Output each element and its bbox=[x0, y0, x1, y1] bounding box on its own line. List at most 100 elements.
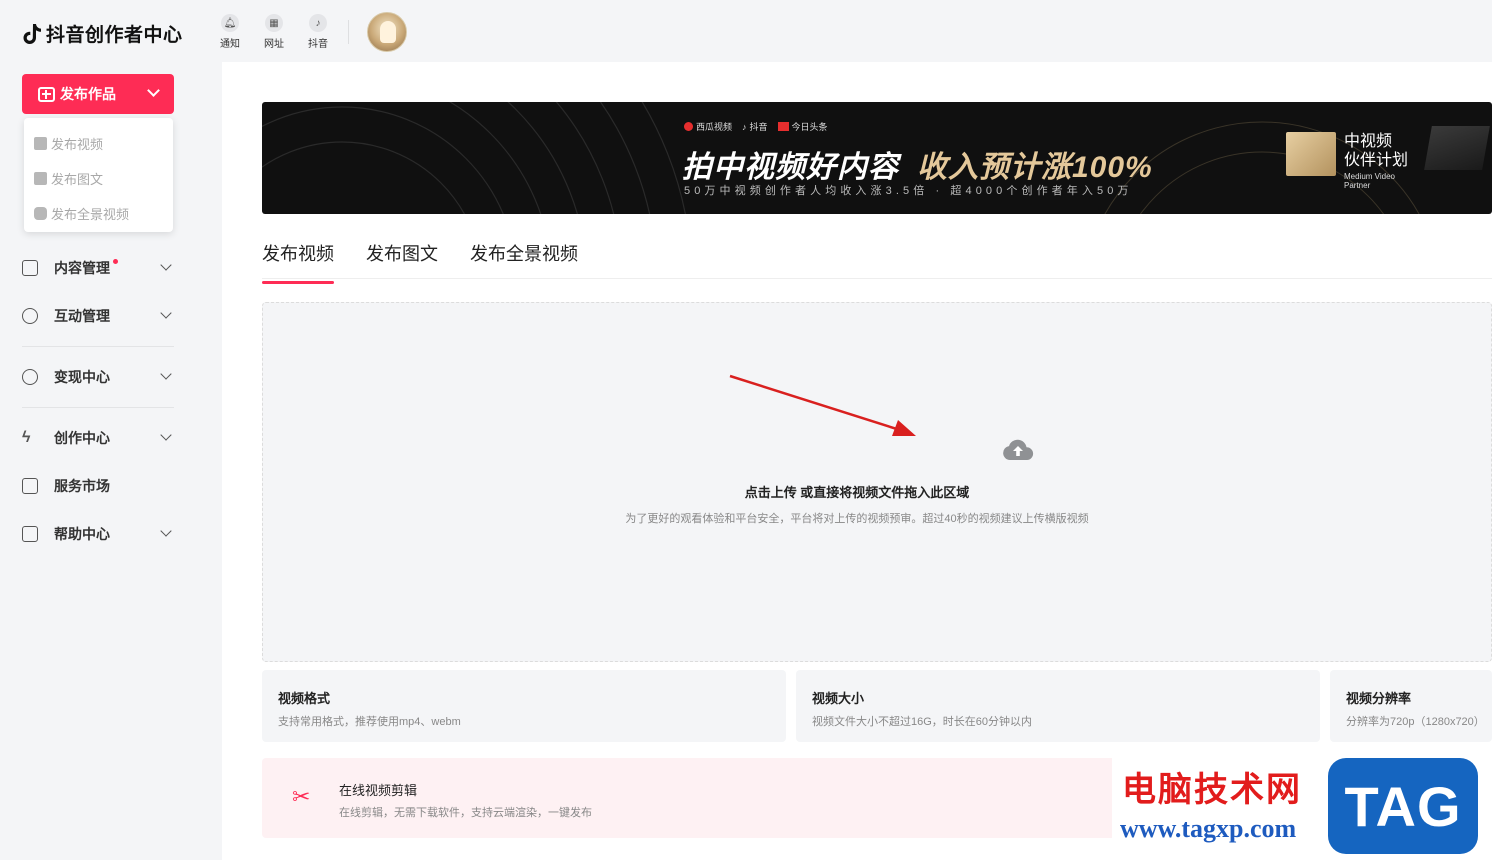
scissors-icon: ✂ bbox=[292, 784, 311, 809]
book-icon bbox=[22, 526, 38, 542]
lightning-icon: ϟ bbox=[22, 429, 31, 446]
info-card-desc: 支持常用格式，推荐使用mp4、webm bbox=[278, 716, 461, 728]
top-bar: 🔔︎ 通知 ▦ 网址 ♪ 抖音 bbox=[198, 0, 1492, 62]
upload-hint: 为了更好的观看体验和平台安全，平台将对上传的视频预审。超过40秒的视频建议上传横… bbox=[625, 513, 1089, 525]
sidebar-item-monetization[interactable]: 变现中心 bbox=[22, 357, 174, 397]
banner-subline: 50万中视频创作者人均收入涨3.5倍 · 超4000个创作者年入50万 bbox=[684, 185, 1133, 197]
chat-search-icon bbox=[22, 308, 38, 324]
site-button[interactable]: ▦ 网址 bbox=[256, 14, 292, 50]
xigua-icon bbox=[684, 122, 693, 131]
sidebar: 抖音创作者中心 发布作品 发布视频 发布图文 发布全景视频 内容管理 互动管理 bbox=[0, 0, 198, 860]
brand-label: 西瓜视频 bbox=[696, 122, 733, 132]
chevron-down-icon bbox=[160, 368, 172, 380]
sidebar-item-content-management[interactable]: 内容管理 bbox=[22, 248, 174, 288]
info-card-desc: 分辨率为720p（1280x720） bbox=[1346, 716, 1485, 728]
chevron-down-icon bbox=[160, 307, 172, 319]
watermark-tag-logo: TAG bbox=[1328, 758, 1478, 854]
plan-en-line-1: Medium Video bbox=[1344, 172, 1395, 181]
sidebar-item-label: 创作中心 bbox=[54, 430, 110, 446]
sidebar-item-help-center[interactable]: 帮助中心 bbox=[22, 514, 174, 554]
info-card-format: 视频格式 支持常用格式，推荐使用mp4、webm bbox=[262, 670, 786, 742]
notification-dot bbox=[113, 258, 118, 264]
sidebar-item-label: 内容管理 bbox=[54, 260, 110, 276]
red-arrow-annotation bbox=[729, 374, 916, 436]
banner-device-decoration bbox=[1424, 126, 1490, 170]
sidebar-item-label: 变现中心 bbox=[54, 369, 110, 385]
upload-title: 点击上传 或直接将视频文件拖入此区域 bbox=[744, 485, 970, 500]
publish-tabs: 发布视频 发布图文 发布全景视频 bbox=[262, 240, 578, 284]
publish-work-button[interactable]: 发布作品 bbox=[22, 74, 174, 114]
publish-work-label: 发布作品 bbox=[60, 86, 116, 102]
main-content: 西瓜视频 ♪ 抖音 今日头条 拍中视频好内容 收入预计涨100% 50万中视频创作者… bbox=[222, 62, 1492, 860]
publish-dropdown-menu: 发布视频 发布图文 发布全景视频 bbox=[24, 118, 173, 232]
tab-publish-video[interactable]: 发布视频 bbox=[262, 240, 334, 284]
app-logo[interactable]: 抖音创作者中心 bbox=[22, 20, 183, 47]
bell-icon: 🔔︎ bbox=[221, 14, 239, 32]
nav-divider bbox=[22, 407, 174, 408]
cloud-upload-icon bbox=[1003, 439, 1034, 460]
chevron-down-icon bbox=[160, 525, 172, 537]
banner-headline: 拍中视频好内容 收入预计涨100% bbox=[682, 142, 1153, 186]
banner-brand-logos: 西瓜视频 ♪ 抖音 今日头条 bbox=[684, 120, 828, 133]
chevron-down-icon bbox=[147, 84, 160, 97]
plus-square-icon bbox=[38, 86, 55, 102]
plan-cn-line-1: 中视频 bbox=[1344, 133, 1393, 150]
menu-item-label: 发布视频 bbox=[51, 137, 104, 152]
user-avatar[interactable] bbox=[367, 12, 407, 52]
douyin-logo-icon bbox=[23, 23, 41, 44]
site-watermark: 电脑技术网 www.tagxp.com TAG bbox=[1112, 758, 1492, 860]
notification-button[interactable]: 🔔︎ 通知 bbox=[212, 14, 248, 50]
brand-label: 抖音 bbox=[749, 122, 768, 132]
sidebar-item-creation-center[interactable]: ϟ 创作中心 bbox=[22, 418, 174, 458]
sidebar-item-label: 服务市场 bbox=[54, 478, 110, 494]
coin-icon bbox=[22, 369, 38, 385]
toutiao-icon bbox=[777, 122, 789, 131]
info-card-title: 视频分辨率 bbox=[1346, 691, 1412, 706]
chevron-down-icon bbox=[160, 429, 172, 441]
douyin-button[interactable]: ♪ 抖音 bbox=[300, 14, 336, 50]
online-edit-desc: 在线剪辑，无需下载软件，支持云端渲染，一键发布 bbox=[339, 807, 592, 819]
watermark-url: www.tagxp.com bbox=[1120, 814, 1297, 843]
menu-item-publish-video[interactable]: 发布视频 bbox=[24, 126, 173, 161]
vr-headset-icon bbox=[34, 207, 47, 220]
menu-item-publish-panorama[interactable]: 发布全景视频 bbox=[24, 196, 173, 231]
tabs-divider bbox=[262, 278, 1492, 279]
notification-label: 通知 bbox=[220, 39, 240, 50]
douyin-label: 抖音 bbox=[308, 39, 328, 50]
sidebar-item-label: 互动管理 bbox=[54, 308, 110, 324]
watermark-cn-text: 电脑技术网 bbox=[1122, 771, 1302, 809]
video-icon bbox=[34, 137, 47, 150]
menu-item-label: 发布图文 bbox=[51, 172, 104, 187]
info-card-desc: 视频文件大小不超过16G，时长在60分钟以内 bbox=[812, 716, 1033, 728]
store-icon bbox=[22, 478, 38, 494]
partner-plan-text: 中视频 伙伴计划 Medium Video Partner bbox=[1344, 132, 1408, 190]
app-title: 抖音创作者中心 bbox=[46, 25, 183, 46]
banner-headline-gold: 收入预计涨100% bbox=[917, 151, 1153, 184]
douyin-icon: ♪ bbox=[742, 121, 747, 132]
menu-item-label: 发布全景视频 bbox=[51, 207, 130, 222]
nav-divider bbox=[22, 346, 174, 347]
plan-cn-line-2: 伙伴计划 bbox=[1344, 152, 1409, 169]
sidebar-item-interaction-management[interactable]: 互动管理 bbox=[22, 296, 174, 336]
online-edit-title: 在线视频剪辑 bbox=[339, 783, 418, 798]
site-label: 网址 bbox=[264, 39, 284, 50]
plan-en-line-2: Partner bbox=[1344, 181, 1371, 190]
info-card-size: 视频大小 视频文件大小不超过16G，时长在60分钟以内 bbox=[796, 670, 1320, 742]
info-card-title: 视频大小 bbox=[812, 691, 865, 706]
toutiao-brand: 今日头条 bbox=[777, 120, 828, 133]
info-card-resolution: 视频分辨率 分辨率为720p（1280x720） bbox=[1330, 670, 1492, 742]
chevron-down-icon bbox=[160, 259, 172, 271]
play-square-icon bbox=[22, 260, 38, 276]
tab-publish-image-text[interactable]: 发布图文 bbox=[366, 240, 438, 278]
grid-icon: ▦ bbox=[265, 14, 283, 32]
sidebar-item-service-market[interactable]: 服务市场 bbox=[22, 466, 174, 506]
partner-plan-logo-icon bbox=[1286, 132, 1336, 176]
douyin-brand: ♪ 抖音 bbox=[742, 120, 768, 133]
douyin-icon: ♪ bbox=[309, 14, 327, 32]
sidebar-item-label: 帮助中心 bbox=[54, 526, 110, 542]
tab-publish-panorama[interactable]: 发布全景视频 bbox=[470, 240, 578, 278]
banner-headline-white: 拍中视频好内容 bbox=[682, 151, 899, 184]
menu-item-publish-image-text[interactable]: 发布图文 bbox=[24, 161, 173, 196]
xigua-brand: 西瓜视频 bbox=[684, 120, 732, 133]
promo-banner[interactable]: 西瓜视频 ♪ 抖音 今日头条 拍中视频好内容 收入预计涨100% 50万中视频创作者… bbox=[262, 102, 1492, 214]
